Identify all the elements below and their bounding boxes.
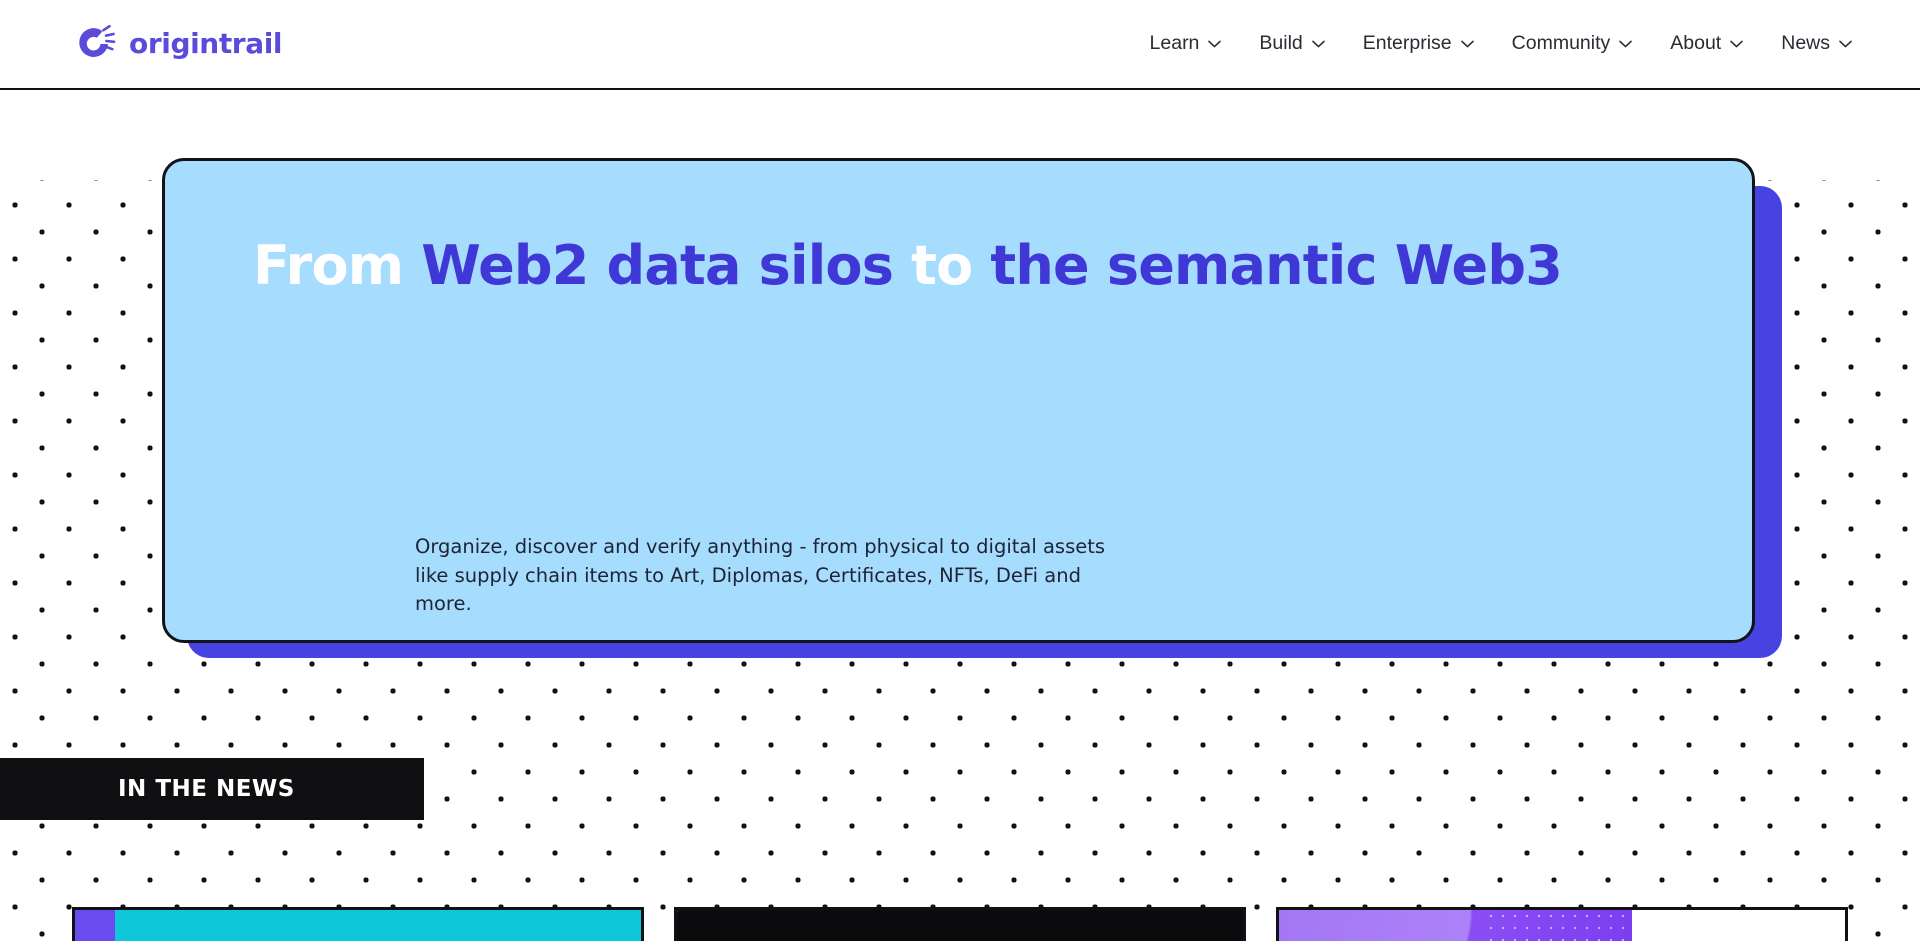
cyan-thumbnail-image [75, 910, 641, 941]
chevron-down-icon [1839, 40, 1852, 48]
nav-item-label: News [1781, 32, 1830, 55]
hero-paragraph-1: Organize, discover and verify anything -… [415, 535, 1106, 616]
in-the-news-label: IN THE NEWS [118, 775, 295, 802]
origintrail-comet-logo-icon [72, 22, 116, 66]
brand-name: origintrail [129, 27, 283, 60]
nav-item-label: Build [1259, 32, 1303, 55]
chevron-down-icon [1730, 40, 1744, 48]
nav-item-learn[interactable]: Learn [1148, 28, 1224, 60]
page-title-part-4: the semantic Web3 [990, 234, 1563, 297]
main-navigation: Learn Build Enterprise Community About N… [1148, 28, 1854, 60]
page-body: From Web2 data silos to the semantic Web… [0, 90, 1920, 941]
in-the-news-banner: IN THE NEWS [0, 758, 424, 820]
nav-item-community[interactable]: Community [1510, 28, 1635, 60]
nav-item-label: Community [1511, 32, 1611, 55]
chevron-down-icon [1208, 40, 1222, 48]
page-title: From Web2 data silos to the semantic Web… [253, 234, 1563, 297]
news-card[interactable] [674, 907, 1246, 941]
chevron-down-icon [1460, 40, 1474, 48]
hero-body-text: Organize, discover and verify anything -… [415, 533, 1115, 640]
news-card[interactable] [1276, 907, 1848, 941]
hero-card: From Web2 data silos to the semantic Web… [162, 158, 1755, 643]
site-header: origintrail Learn Build Enterprise Commu… [0, 0, 1920, 90]
news-card[interactable] [72, 907, 644, 941]
chevron-down-icon [1619, 40, 1633, 48]
hero-section: From Web2 data silos to the semantic Web… [162, 158, 1782, 658]
chevron-down-icon [1311, 40, 1325, 48]
nav-item-enterprise[interactable]: Enterprise [1361, 28, 1476, 60]
black-thumbnail-image [677, 910, 1243, 941]
nav-item-build[interactable]: Build [1257, 28, 1326, 60]
nav-item-label: Learn [1149, 32, 1200, 55]
brand-logo-link[interactable]: origintrail [72, 22, 283, 66]
nav-item-label: Enterprise [1362, 32, 1452, 55]
news-card-list [72, 907, 1848, 941]
nav-item-label: About [1670, 32, 1722, 55]
page-title-part-1: From [253, 234, 422, 297]
nav-item-about[interactable]: About [1668, 28, 1745, 60]
nav-item-news[interactable]: News [1779, 28, 1854, 60]
purple-thumbnail-image [1279, 910, 1845, 941]
page-title-part-2: Web2 data silos [421, 234, 912, 297]
page-title-part-3: to [911, 234, 991, 297]
